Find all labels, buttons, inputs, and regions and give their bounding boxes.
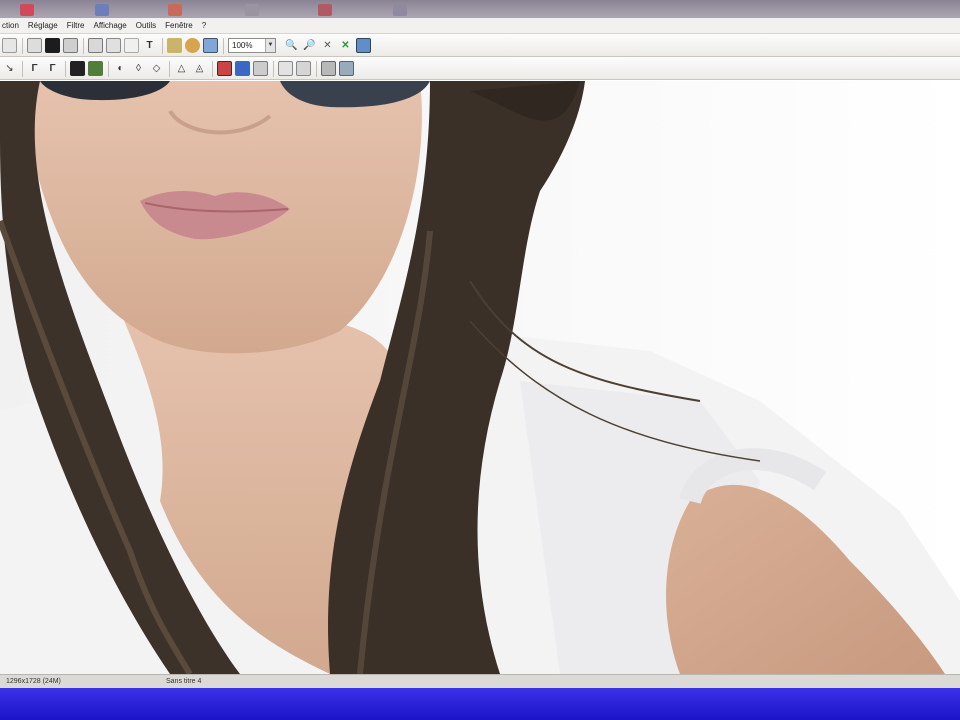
- window-icon[interactable]: [203, 38, 218, 53]
- main-toolbar: T 100% ▼ 🔍 🔎 ✕ ✕: [0, 35, 960, 57]
- toolbar-separator: [212, 60, 213, 77]
- document-name: Sans titre 4: [166, 678, 202, 685]
- app-icon: [318, 4, 332, 16]
- taskbar: [0, 688, 960, 720]
- duplicate-icon[interactable]: [296, 61, 311, 76]
- toolbar-separator: [223, 37, 224, 54]
- fit-window-icon[interactable]: ✕: [320, 38, 335, 53]
- menu-affichage[interactable]: Affichage: [94, 18, 127, 34]
- palette-icon[interactable]: [185, 38, 200, 53]
- open-icon[interactable]: [27, 38, 42, 53]
- toolbar-separator: [273, 60, 274, 77]
- sharpen-icon[interactable]: △: [174, 61, 189, 76]
- paste-icon[interactable]: [106, 38, 121, 53]
- app-icon: [393, 4, 407, 16]
- zoom-in-icon[interactable]: 🔍: [284, 38, 299, 53]
- zoom-select[interactable]: 100% ▼: [228, 38, 276, 53]
- app-icon: [95, 4, 109, 16]
- toolbar-separator: [22, 37, 23, 54]
- rotate-left-icon[interactable]: Γ: [27, 61, 42, 76]
- image-dimensions: 1296x1728 (24M): [6, 678, 61, 685]
- channels-icon[interactable]: [235, 61, 250, 76]
- toolbar-separator: [108, 60, 109, 77]
- save-icon[interactable]: [45, 38, 60, 53]
- menu-edition[interactable]: ction: [2, 18, 19, 34]
- toolbar-separator: [22, 60, 23, 77]
- menu-reglage[interactable]: Réglage: [28, 18, 58, 34]
- menu-fenetre[interactable]: Fenêtre: [165, 18, 193, 34]
- text-icon[interactable]: T: [142, 38, 157, 53]
- print-icon[interactable]: [63, 38, 78, 53]
- menu-filtre[interactable]: Filtre: [67, 18, 85, 34]
- toolbar-separator: [65, 60, 66, 77]
- menu-outils[interactable]: Outils: [136, 18, 156, 34]
- layers-icon[interactable]: [167, 38, 182, 53]
- chevron-down-icon[interactable]: ▼: [265, 39, 275, 52]
- monitor-icon[interactable]: [356, 38, 371, 53]
- status-bar: 1296x1728 (24M) Sans titre 4: [0, 674, 960, 688]
- effects-icon[interactable]: [339, 61, 354, 76]
- toolbar-separator: [169, 60, 170, 77]
- photo: [0, 81, 960, 674]
- burn-icon[interactable]: ◇: [149, 61, 164, 76]
- contrast-icon[interactable]: ◐: [113, 61, 128, 76]
- brush-icon[interactable]: ↘: [2, 61, 17, 76]
- grid-icon[interactable]: [70, 61, 85, 76]
- secondary-toolbar: ↘ Γ Γ ◐ ◊ ◇ △ ◬: [0, 58, 960, 80]
- toolbar-separator: [83, 37, 84, 54]
- image-canvas[interactable]: [0, 81, 960, 674]
- toolbar-separator: [162, 37, 163, 54]
- blur-icon[interactable]: ◬: [192, 61, 207, 76]
- toolbar-separator: [316, 60, 317, 77]
- copy-icon[interactable]: [88, 38, 103, 53]
- menu-help[interactable]: ?: [202, 18, 206, 34]
- window-title-strip: [0, 0, 960, 18]
- filter-icon[interactable]: [321, 61, 336, 76]
- actual-size-icon[interactable]: ✕: [338, 38, 353, 53]
- app-icon: [245, 4, 259, 16]
- crop-icon[interactable]: [124, 38, 139, 53]
- zoom-value: 100%: [232, 41, 253, 50]
- rotate-right-icon[interactable]: Γ: [45, 61, 60, 76]
- menu-bar: ction Réglage Filtre Affichage Outils Fe…: [0, 18, 960, 34]
- drop-icon[interactable]: ◊: [131, 61, 146, 76]
- new-icon[interactable]: [2, 38, 17, 53]
- document-icon[interactable]: [278, 61, 293, 76]
- histogram-icon[interactable]: [253, 61, 268, 76]
- color-icon[interactable]: [217, 61, 232, 76]
- zoom-out-icon[interactable]: 🔎: [302, 38, 317, 53]
- app-icon: [168, 4, 182, 16]
- mosaic-icon[interactable]: [88, 61, 103, 76]
- app-icon: [20, 4, 34, 16]
